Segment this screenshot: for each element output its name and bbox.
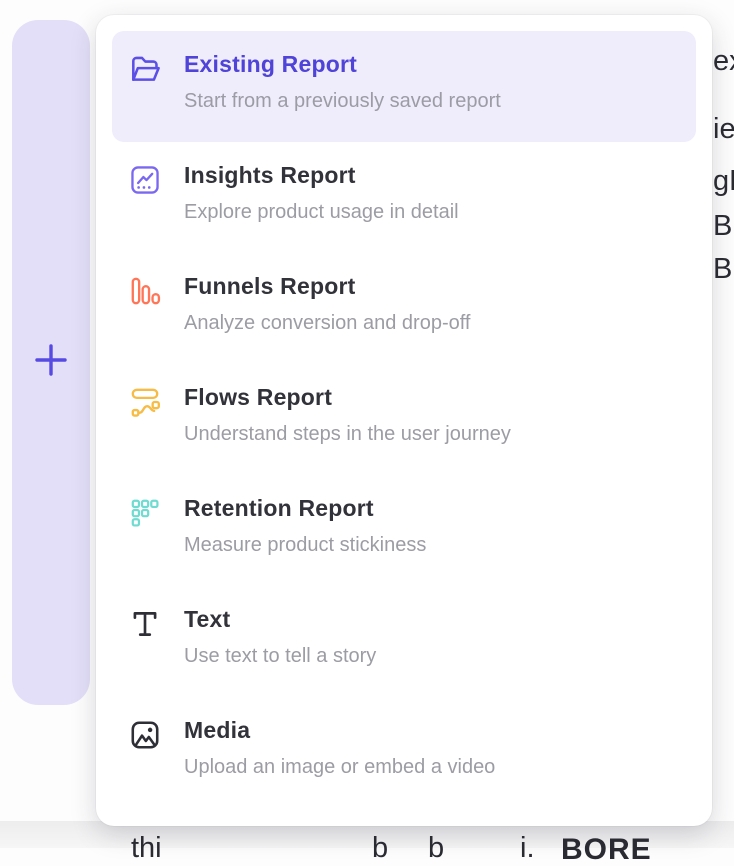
menu-item-media[interactable]: Media Upload an image or embed a video <box>112 697 696 808</box>
line-chart-icon <box>128 163 162 197</box>
menu-item-label: Existing Report <box>184 51 501 79</box>
plus-icon <box>33 342 69 383</box>
menu-item-description: Analyze conversion and drop-off <box>184 311 470 335</box>
text-icon <box>128 607 162 641</box>
background-fragment: B <box>713 211 732 243</box>
background-fragment: gE <box>713 166 734 198</box>
menu-item-insights-report[interactable]: Insights Report Explore product usage in… <box>112 142 696 253</box>
background-fragment: b <box>428 833 444 865</box>
funnel-bars-icon <box>128 274 162 308</box>
menu-item-existing-report[interactable]: Existing Report Start from a previously … <box>112 31 696 142</box>
background-fragment: BORE <box>561 833 652 866</box>
retention-grid-icon <box>128 496 162 530</box>
menu-item-text[interactable]: Text Use text to tell a story <box>112 586 696 697</box>
menu-item-description: Upload an image or embed a video <box>184 755 495 779</box>
add-content-button[interactable] <box>12 20 90 705</box>
menu-item-description: Understand steps in the user journey <box>184 422 511 446</box>
menu-item-description: Start from a previously saved report <box>184 89 501 113</box>
menu-item-label: Media <box>184 717 495 745</box>
background-fragment: b <box>372 833 388 865</box>
menu-item-retention-report[interactable]: Retention Report Measure product stickin… <box>112 475 696 586</box>
menu-item-label: Text <box>184 606 376 634</box>
menu-item-description: Use text to tell a story <box>184 644 376 668</box>
background-fragment: B <box>713 254 732 286</box>
flows-icon <box>128 385 162 419</box>
menu-item-label: Retention Report <box>184 495 426 523</box>
menu-item-description: Explore product usage in detail <box>184 200 459 224</box>
menu-item-label: Insights Report <box>184 162 459 190</box>
media-image-icon <box>128 718 162 752</box>
menu-item-label: Flows Report <box>184 384 511 412</box>
background-fragment: thi <box>131 833 162 865</box>
add-report-menu: Existing Report Start from a previously … <box>96 15 712 826</box>
background-fragment: i. <box>520 833 535 865</box>
menu-item-funnels-report[interactable]: Funnels Report Analyze conversion and dr… <box>112 253 696 364</box>
menu-item-label: Funnels Report <box>184 273 470 301</box>
folder-open-icon <box>128 52 162 86</box>
menu-item-flows-report[interactable]: Flows Report Understand steps in the use… <box>112 364 696 475</box>
background-fragment: ex <box>713 46 734 78</box>
menu-item-description: Measure product stickiness <box>184 533 426 557</box>
background-fragment: ie <box>713 114 734 146</box>
